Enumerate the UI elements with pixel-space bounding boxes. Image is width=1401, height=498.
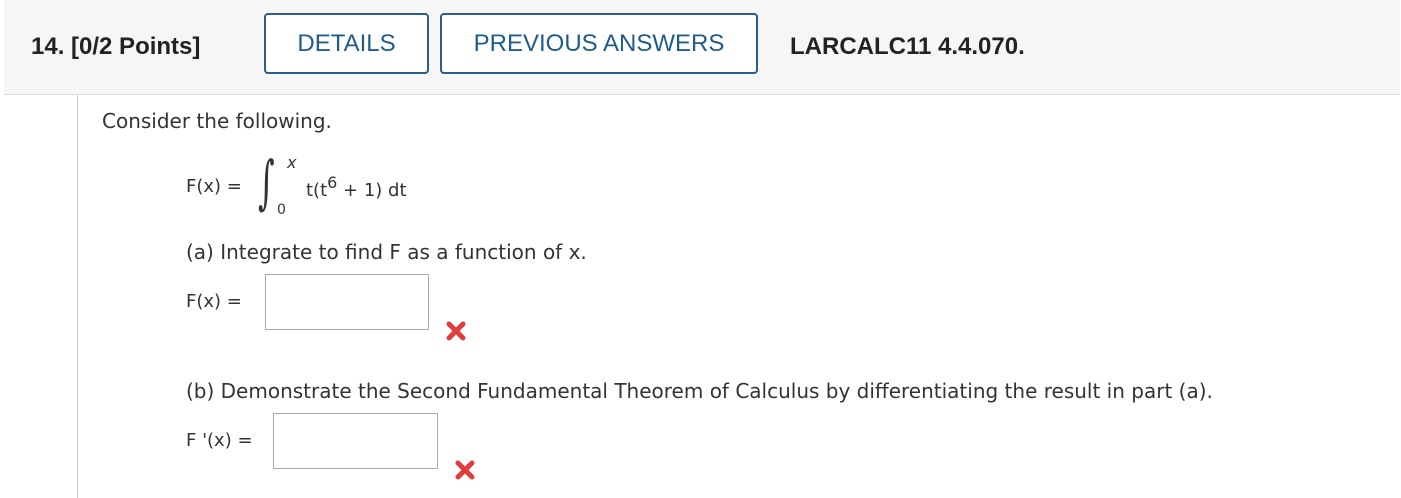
integrand: t(t6 + 1) dt: [306, 175, 407, 202]
part-a-instruction: (a) Integrate to find F as a function of…: [186, 240, 587, 264]
previous-answers-button[interactable]: PREVIOUS ANSWERS: [440, 13, 758, 74]
part-a-answer-label: F(x) =: [186, 291, 242, 312]
integrand-start: t(t: [306, 180, 328, 201]
integrand-exponent: 6: [327, 173, 338, 192]
content-left-rule: [77, 95, 78, 498]
course-code: LARCALC11 4.4.070.: [790, 33, 1025, 60]
part-b-answer-label: F '(x) =: [186, 430, 253, 451]
incorrect-x-icon: [455, 460, 475, 480]
function-definition-lhs: F(x) =: [186, 176, 242, 197]
problem-prompt: Consider the following.: [102, 109, 332, 133]
integral-upper-limit: x: [287, 153, 297, 172]
part-b-answer-input[interactable]: [273, 413, 438, 469]
integral-sign: ∫: [258, 148, 275, 216]
question-header: 14. [0/2 Points] DETAILS PREVIOUS ANSWER…: [4, 0, 1400, 95]
incorrect-x-icon: [446, 321, 466, 341]
part-a-answer-input[interactable]: [265, 274, 429, 330]
part-b-instruction: (b) Demonstrate the Second Fundamental T…: [186, 379, 1213, 403]
details-button[interactable]: DETAILS: [264, 13, 429, 74]
integrand-end: + 1) dt: [337, 180, 407, 201]
integral-lower-limit: 0: [277, 202, 286, 218]
question-number: 14. [0/2 Points]: [31, 33, 201, 60]
